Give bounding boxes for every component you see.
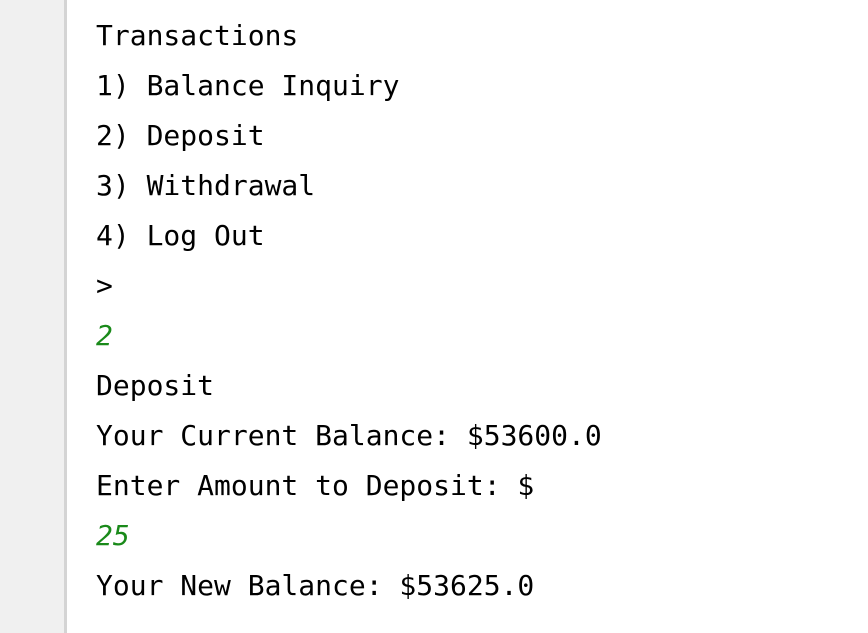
console-line-current-balance: Your Current Balance: $53600.0 [96, 419, 602, 452]
console-line-new-balance: Your New Balance: $53625.0 [96, 569, 535, 602]
console-user-input-selection: 2 [96, 319, 113, 352]
console-user-input-amount: 25 [96, 519, 130, 552]
console-line-menu-option-deposit: 2) Deposit [96, 119, 265, 152]
console-line-menu-option-log-out: 4) Log Out [96, 219, 265, 252]
console-line-deposit-prompt: Enter Amount to Deposit: $ [96, 469, 535, 502]
gutter-divider [64, 0, 67, 633]
console-window: Transactions 1) Balance Inquiry 2) Depos… [0, 0, 868, 633]
console-gutter [0, 0, 64, 633]
console-line-menu-title: Transactions [96, 19, 299, 52]
console-line-deposit-heading: Deposit [96, 369, 215, 402]
console-output[interactable]: Transactions 1) Balance Inquiry 2) Depos… [96, 11, 868, 611]
console-line-menu-option-withdrawal: 3) Withdrawal [96, 169, 316, 202]
console-line-menu-option-balance-inquiry: 1) Balance Inquiry [96, 69, 400, 102]
console-prompt: > [96, 269, 113, 302]
